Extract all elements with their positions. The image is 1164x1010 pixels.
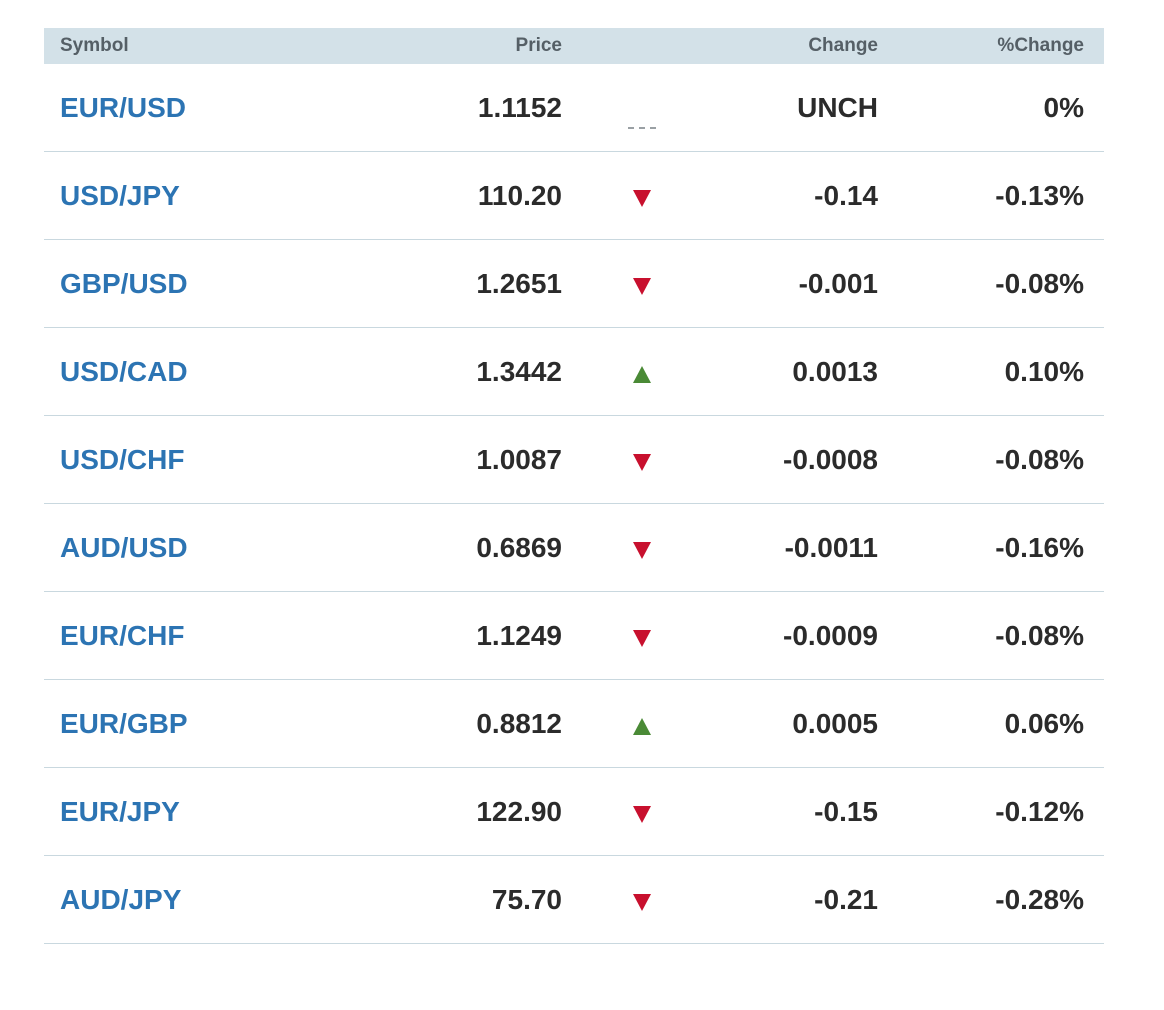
change-value: -0.0011 (784, 531, 878, 563)
price-value: 122.90 (476, 795, 562, 827)
table-row: USD/CAD 1.3442 0.0013 0.10% (44, 328, 1104, 416)
change-value: -0.0008 (783, 443, 878, 475)
up-arrow-icon (633, 366, 651, 383)
price-value: 1.0087 (476, 443, 562, 475)
down-arrow-icon (633, 894, 651, 911)
down-arrow-icon (633, 630, 651, 647)
price-value: 1.1249 (476, 619, 562, 651)
pct-change-value: 0.06% (1004, 707, 1084, 739)
change-value: -0.14 (814, 179, 878, 211)
symbol-link[interactable]: AUD/USD (60, 532, 188, 563)
table-row: AUD/JPY 75.70 -0.21 -0.28% (44, 856, 1104, 944)
price-value: 110.20 (477, 179, 562, 211)
header-change: Change (808, 35, 878, 56)
change-value: -0.0009 (783, 619, 878, 651)
pct-change-value: -0.16% (995, 531, 1084, 563)
table-header: Symbol Price Change %Change (44, 28, 1104, 64)
pct-change-value: -0.28% (995, 883, 1084, 915)
price-value: 0.6869 (476, 531, 562, 563)
table-row: EUR/JPY 122.90 -0.15 -0.12% (44, 768, 1104, 856)
table-row: USD/CHF 1.0087 -0.0008 -0.08% (44, 416, 1104, 504)
change-value: UNCH (797, 91, 878, 123)
price-value: 1.3442 (476, 355, 562, 387)
pct-change-value: -0.08% (995, 619, 1084, 651)
table-row: AUD/USD 0.6869 -0.0011 -0.16% (44, 504, 1104, 592)
down-arrow-icon (633, 278, 651, 295)
change-value: -0.21 (814, 883, 878, 915)
pct-change-value: -0.12% (995, 795, 1084, 827)
change-value: -0.15 (814, 795, 878, 827)
pct-change-value: -0.13% (995, 179, 1084, 211)
down-arrow-icon (633, 542, 651, 559)
down-arrow-icon (633, 806, 651, 823)
table-row: GBP/USD 1.2651 -0.001 -0.08% (44, 240, 1104, 328)
change-value: -0.001 (798, 267, 878, 299)
price-value: 75.70 (491, 883, 562, 915)
header-symbol: Symbol (60, 35, 129, 56)
symbol-link[interactable]: GBP/USD (60, 268, 188, 299)
table-row: EUR/USD 1.1152 UNCH 0% (44, 64, 1104, 152)
unchanged-dash-icon (628, 126, 656, 129)
symbol-link[interactable]: EUR/USD (60, 92, 186, 123)
change-value: 0.0013 (792, 355, 878, 387)
symbol-link[interactable]: EUR/GBP (60, 708, 188, 739)
pct-change-value: 0% (1043, 91, 1084, 123)
down-arrow-icon (633, 190, 651, 207)
symbol-link[interactable]: USD/CAD (60, 356, 188, 387)
symbol-link[interactable]: EUR/CHF (60, 620, 184, 651)
symbol-link[interactable]: EUR/JPY (60, 796, 180, 827)
pct-change-value: -0.08% (995, 443, 1084, 475)
pct-change-value: -0.08% (995, 267, 1084, 299)
header-price: Price (515, 35, 562, 56)
down-arrow-icon (633, 454, 651, 471)
symbol-link[interactable]: USD/CHF (60, 444, 184, 475)
price-value: 0.8812 (476, 707, 562, 739)
change-value: 0.0005 (792, 707, 878, 739)
price-value: 1.2651 (476, 267, 562, 299)
price-value: 1.1152 (477, 91, 562, 123)
up-arrow-icon (633, 718, 651, 735)
symbol-link[interactable]: AUD/JPY (60, 884, 181, 915)
symbol-link[interactable]: USD/JPY (60, 180, 180, 211)
table-row: EUR/GBP 0.8812 0.0005 0.06% (44, 680, 1104, 768)
header-direction (562, 28, 722, 64)
table-row: EUR/CHF 1.1249 -0.0009 -0.08% (44, 592, 1104, 680)
currency-table: Symbol Price Change %Change EUR/USD 1.11… (44, 28, 1104, 944)
pct-change-value: 0.10% (1004, 355, 1084, 387)
header-pct-change: %Change (997, 35, 1084, 56)
table-row: USD/JPY 110.20 -0.14 -0.13% (44, 152, 1104, 240)
